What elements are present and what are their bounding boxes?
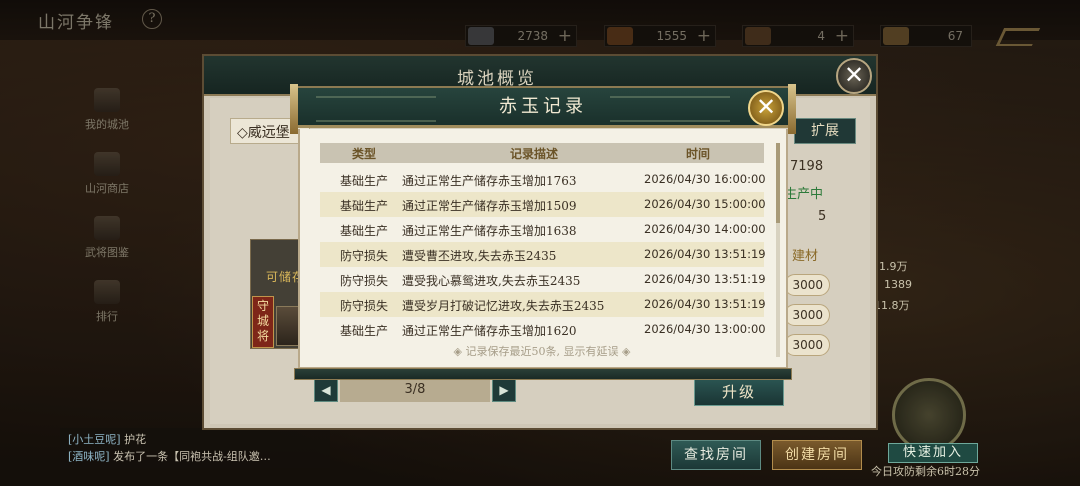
create-room-button[interactable]: 创建房间	[772, 440, 862, 470]
column-header-time: 时间	[686, 147, 711, 161]
chat-text: 发布了一条【同袍共战-组队邀…	[113, 450, 271, 463]
chat-text: 护花	[124, 433, 147, 446]
record-desc: 通过正常生产储存赤玉增加1763	[402, 174, 577, 188]
modal-footer-frame	[294, 368, 792, 380]
modal-body: 类型 记录描述 时间 基础生产 通过正常生产储存赤玉增加1763 2026/04…	[298, 129, 788, 369]
table-header: 类型 记录描述 时间	[320, 143, 764, 163]
scrollbar[interactable]	[776, 143, 780, 357]
level-value: 5	[818, 209, 827, 224]
modal-title: 赤玉记录	[499, 96, 587, 117]
record-row: 基础生产 通过正常生产储存赤玉增加1763 2026/04/30 16:00:0…	[320, 167, 766, 192]
record-row: 防守损失 遭受我心慕鸳进攻,失去赤玉2435 2026/04/30 13:51:…	[320, 267, 766, 292]
record-row: 基础生产 通过正常生产储存赤玉增加1620 2026/04/30 13:00:0…	[320, 317, 766, 342]
close-icon[interactable]: ✕	[748, 90, 784, 126]
record-time: 2026/04/30 13:51:19	[644, 272, 766, 286]
close-icon[interactable]: ✕	[836, 58, 872, 94]
upgrade-button[interactable]: 升级	[694, 378, 784, 406]
jade-record-modal: 类型 记录描述 时间 基础生产 通过正常生产储存赤玉增加1763 2026/04…	[290, 84, 796, 382]
record-time: 2026/04/30 13:51:19	[644, 297, 766, 311]
side-value: 11.8万	[874, 299, 910, 312]
chat-line: [小土豆呢] 护花	[68, 431, 322, 448]
defense-time-note: 今日攻防剩余6时28分	[871, 465, 980, 478]
side-value: 1389	[884, 278, 912, 291]
record-desc: 通过正常生产储存赤玉增加1620	[402, 324, 577, 338]
record-desc: 通过正常生产储存赤玉增加1638	[402, 224, 577, 238]
record-desc: 遭受我心慕鸳进攻,失去赤玉2435	[402, 274, 581, 288]
record-type: 防守损失	[340, 274, 389, 288]
record-row: 基础生产 通过正常生产储存赤玉增加1638 2026/04/30 14:00:0…	[320, 217, 766, 242]
record-time: 2026/04/30 16:00:00	[644, 172, 766, 186]
record-type: 基础生产	[340, 224, 389, 238]
column-header-type: 类型	[352, 147, 377, 161]
crossed-swords-icon	[892, 378, 966, 452]
record-type: 基础生产	[340, 199, 389, 213]
record-type: 防守损失	[340, 249, 389, 263]
guard-general-tag[interactable]: 守城将	[252, 296, 274, 348]
record-type: 防守损失	[340, 299, 389, 313]
expand-button[interactable]: 扩展	[794, 118, 856, 144]
record-time: 2026/04/30 14:00:00	[644, 222, 766, 236]
record-time: 2026/04/30 13:00:00	[644, 322, 766, 336]
record-note: ◈ 记录保存最近50条, 显示有延误 ◈	[453, 345, 631, 358]
record-desc: 遭受曹丕进攻,失去赤玉2435	[402, 249, 557, 263]
chat-line: [酒味呢] 发布了一条【同袍共战-组队邀…	[68, 448, 322, 465]
record-type: 基础生产	[340, 324, 389, 338]
chat-box[interactable]: [小土豆呢] 护花 [酒味呢] 发布了一条【同袍共战-组队邀…	[60, 428, 330, 468]
scroll-thumb[interactable]	[776, 143, 780, 223]
record-list[interactable]: 基础生产 通过正常生产储存赤玉增加1763 2026/04/30 16:00:0…	[320, 167, 766, 342]
record-desc: 遭受岁月打破记忆进攻,失去赤玉2435	[402, 299, 605, 313]
column-header-desc: 记录描述	[510, 147, 559, 161]
record-time: 2026/04/30 15:00:00	[644, 197, 766, 211]
chat-sender: [酒味呢]	[68, 450, 110, 463]
quick-join-button[interactable]: 快速加入	[888, 443, 978, 463]
find-room-button[interactable]: 查找房间	[671, 440, 761, 470]
record-row: 防守损失 遭受岁月打破记忆进攻,失去赤玉2435 2026/04/30 13:5…	[320, 292, 766, 317]
record-type: 基础生产	[340, 174, 389, 188]
chat-sender: [小土豆呢]	[68, 433, 121, 446]
record-row: 防守损失 遭受曹丕进攻,失去赤玉2435 2026/04/30 13:51:19	[320, 242, 766, 267]
record-desc: 通过正常生产储存赤玉增加1509	[402, 199, 577, 213]
record-row: 基础生产 通过正常生产储存赤玉增加1509 2026/04/30 15:00:0…	[320, 192, 766, 217]
record-time: 2026/04/30 13:51:19	[644, 247, 766, 261]
